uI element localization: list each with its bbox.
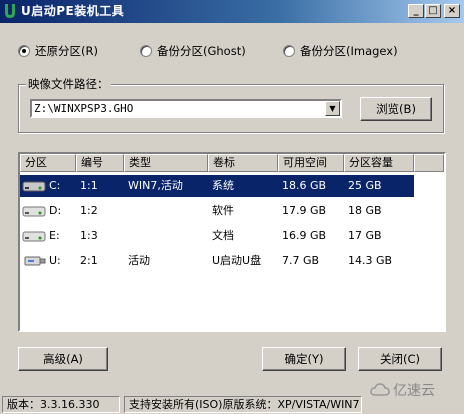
window-title: U启动PE装机工具 xyxy=(21,4,125,18)
hard-drive-icon xyxy=(22,206,46,217)
radio-restore[interactable]: 还原分区(R) xyxy=(18,43,98,59)
column-header[interactable]: 可用空间 xyxy=(278,154,344,172)
partition-row[interactable]: C: 1:1 WIN7,活动 系统 18.6 GB 25 GB xyxy=(20,175,414,197)
partition-row[interactable]: U: 2:1 活动 U启动U盘 7.7 GB 14.3 GB xyxy=(20,250,414,272)
partition-number: 1:2 xyxy=(80,204,98,217)
hard-drive-icon xyxy=(22,181,46,192)
partition-label: 软件 xyxy=(212,204,234,217)
column-header-filler xyxy=(414,154,444,172)
close-button[interactable]: 关闭(C) xyxy=(358,347,442,371)
partition-drive: U: xyxy=(49,254,61,267)
partition-free: 16.9 GB xyxy=(282,229,327,242)
advanced-button[interactable]: 高级(A) xyxy=(18,347,108,371)
partition-list-header: 分区 编号 类型 卷标 可用空间 分区容量 xyxy=(20,154,444,172)
title-bar: U启动PE装机工具 _ □ × xyxy=(0,0,464,23)
partition-free: 17.9 GB xyxy=(282,204,327,217)
usb-drive-icon xyxy=(24,256,46,266)
column-header[interactable]: 卷标 xyxy=(208,154,278,172)
radio-restore-label: 还原分区(R) xyxy=(35,44,98,58)
u-logo-icon xyxy=(5,4,15,18)
partition-number: 1:1 xyxy=(76,175,124,197)
partition-type xyxy=(124,225,208,247)
status-version: 版本：3.3.16.330 xyxy=(2,396,120,413)
radio-backup-imagex-label: 备份分区(Imagex) xyxy=(300,44,398,58)
partition-drive: C: xyxy=(49,179,61,192)
radio-backup-ghost-label: 备份分区(Ghost) xyxy=(157,44,246,58)
status-support: 支持安装所有(ISO)原版系统：XP/VISTA/WIN7 xyxy=(124,396,362,413)
partition-drive: E: xyxy=(49,229,60,242)
partition-type: 活动 xyxy=(128,254,150,267)
partition-label: 系统 xyxy=(208,175,278,197)
partition-capacity: 18 GB xyxy=(348,204,382,217)
radio-circle[interactable] xyxy=(283,45,295,57)
partition-label: U启动U盘 xyxy=(212,254,262,267)
partition-free: 18.6 GB xyxy=(278,175,344,197)
partition-row[interactable]: D: 1:2 软件 17.9 GB 18 GB xyxy=(20,200,414,222)
partition-drive-cell: U: xyxy=(20,250,76,272)
partition-type: WIN7,活动 xyxy=(124,175,208,197)
partition-list[interactable]: 分区 编号 类型 卷标 可用空间 分区容量 C: 1:1 WIN7,活动 系统 … xyxy=(18,152,446,332)
maximize-button[interactable]: □ xyxy=(425,4,441,18)
column-header[interactable]: 分区 xyxy=(20,154,76,172)
partition-type xyxy=(124,200,208,222)
close-window-button[interactable]: × xyxy=(444,4,460,18)
ok-button[interactable]: 确定(Y) xyxy=(262,347,346,371)
partition-drive-cell: C: xyxy=(20,175,76,197)
radio-backup-imagex[interactable]: 备份分区(Imagex) xyxy=(283,43,398,59)
radio-circle[interactable] xyxy=(140,45,152,57)
radio-circle[interactable] xyxy=(18,45,30,57)
partition-row[interactable]: E: 1:3 文档 16.9 GB 17 GB xyxy=(20,225,414,247)
partition-number: 2:1 xyxy=(80,254,98,267)
minimize-button[interactable]: _ xyxy=(408,4,424,18)
partition-drive-cell: D: xyxy=(20,200,76,222)
partition-number: 1:3 xyxy=(80,229,98,242)
column-header[interactable]: 分区容量 xyxy=(344,154,414,172)
partition-label: 文档 xyxy=(212,229,234,242)
column-header[interactable]: 编号 xyxy=(76,154,124,172)
column-header[interactable]: 类型 xyxy=(124,154,208,172)
image-path-group-label: 映像文件路径： xyxy=(26,76,111,92)
partition-drive-cell: E: xyxy=(20,225,76,247)
status-bar: 版本：3.3.16.330 支持安装所有(ISO)原版系统：XP/VISTA/W… xyxy=(0,394,464,414)
radio-backup-ghost[interactable]: 备份分区(Ghost) xyxy=(140,43,246,59)
image-path-value: Z:\WINXPSP3.GHO xyxy=(34,102,134,115)
partition-capacity: 25 GB xyxy=(344,175,414,197)
partition-free: 7.7 GB xyxy=(282,254,320,267)
partition-capacity: 17 GB xyxy=(348,229,382,242)
image-path-combobox[interactable]: Z:\WINXPSP3.GHO ▼ xyxy=(30,99,342,118)
chevron-down-icon[interactable]: ▼ xyxy=(325,101,340,116)
hard-drive-icon xyxy=(22,231,46,242)
partition-drive: D: xyxy=(49,204,62,217)
browse-button[interactable]: 浏览(B) xyxy=(360,97,432,121)
partition-capacity: 14.3 GB xyxy=(348,254,393,267)
